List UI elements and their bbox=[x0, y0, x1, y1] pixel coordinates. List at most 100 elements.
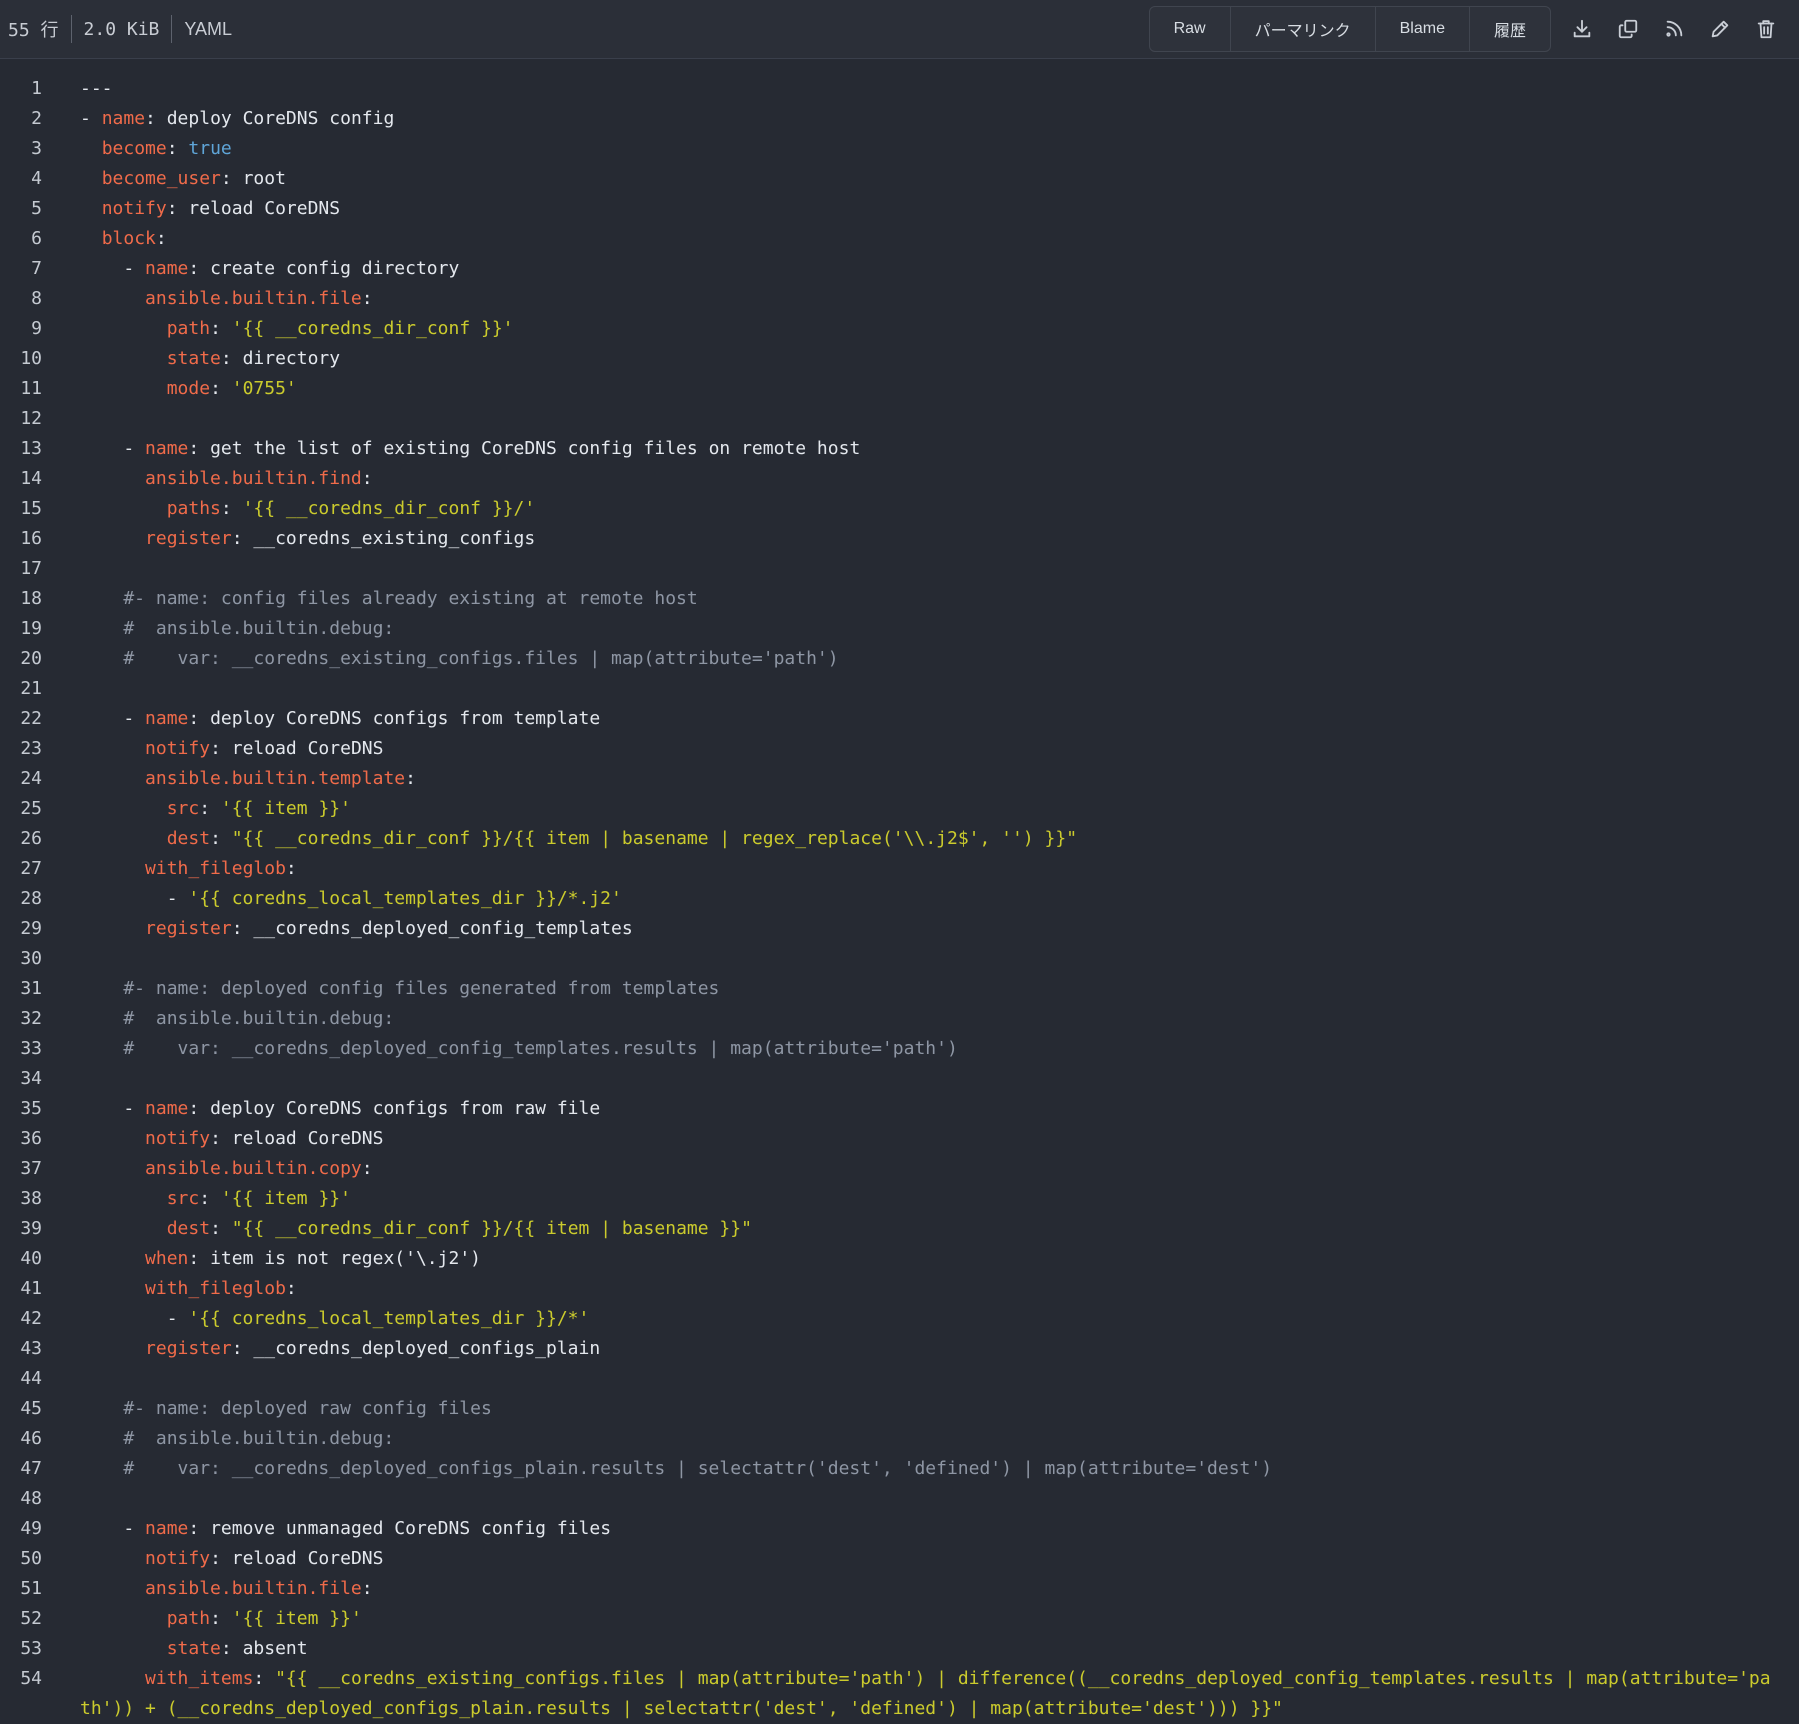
code-line: 25 src: '{{ item }}' bbox=[0, 794, 1799, 824]
yaml-text: : bbox=[199, 798, 221, 819]
line-number[interactable]: 3 bbox=[0, 134, 42, 164]
line-number[interactable]: 35 bbox=[0, 1094, 42, 1124]
line-content: # ansible.builtin.debug: bbox=[42, 1004, 1780, 1034]
line-number[interactable]: 1 bbox=[0, 74, 42, 104]
line-number[interactable]: 43 bbox=[0, 1334, 42, 1364]
line-number[interactable]: 5 bbox=[0, 194, 42, 224]
line-number[interactable]: 28 bbox=[0, 884, 42, 914]
line-number[interactable]: 8 bbox=[0, 284, 42, 314]
line-number[interactable]: 14 bbox=[0, 464, 42, 494]
yaml-text bbox=[80, 228, 102, 249]
code-view: 1 --- 2- name: deploy CoreDNS config 3 beco… bbox=[0, 59, 1799, 1724]
raw-button[interactable]: Raw bbox=[1150, 7, 1231, 51]
blame-button[interactable]: Blame bbox=[1376, 7, 1470, 51]
edit-icon[interactable] bbox=[1697, 7, 1743, 51]
line-number[interactable]: 52 bbox=[0, 1604, 42, 1634]
line-number[interactable]: 39 bbox=[0, 1214, 42, 1244]
line-number[interactable]: 46 bbox=[0, 1424, 42, 1454]
line-number[interactable]: 47 bbox=[0, 1454, 42, 1484]
line-number[interactable]: 15 bbox=[0, 494, 42, 524]
yaml-text: : bbox=[199, 1188, 221, 1209]
line-number[interactable]: 13 bbox=[0, 434, 42, 464]
code-line: 3 become: true bbox=[0, 134, 1799, 164]
line-number[interactable]: 7 bbox=[0, 254, 42, 284]
line-number[interactable]: 34 bbox=[0, 1064, 42, 1094]
code-line: 52 path: '{{ item }}' bbox=[0, 1604, 1799, 1634]
line-number[interactable]: 40 bbox=[0, 1244, 42, 1274]
line-number[interactable]: 6 bbox=[0, 224, 42, 254]
line-number[interactable]: 9 bbox=[0, 314, 42, 344]
line-number[interactable]: 50 bbox=[0, 1544, 42, 1574]
delete-icon[interactable] bbox=[1743, 7, 1789, 51]
line-content: # var: __coredns_deployed_config_templat… bbox=[42, 1034, 1780, 1064]
line-number[interactable]: 12 bbox=[0, 404, 42, 434]
yaml-string: "{{ __coredns_dir_conf }}/{{ item | base… bbox=[231, 828, 1078, 849]
yaml-key: ansible.builtin.template bbox=[145, 768, 406, 789]
yaml-text bbox=[80, 1668, 145, 1689]
yaml-text: : deploy CoreDNS configs from raw file bbox=[188, 1098, 601, 1119]
yaml-text bbox=[80, 1608, 167, 1629]
line-number[interactable]: 41 bbox=[0, 1274, 42, 1304]
line-number[interactable]: 16 bbox=[0, 524, 42, 554]
line-number[interactable]: 4 bbox=[0, 164, 42, 194]
line-number[interactable]: 25 bbox=[0, 794, 42, 824]
history-button[interactable]: 履歴 bbox=[1470, 7, 1550, 51]
line-content: - name: remove unmanaged CoreDNS config … bbox=[42, 1514, 1780, 1544]
line-number[interactable]: 21 bbox=[0, 674, 42, 704]
line-number[interactable]: 17 bbox=[0, 554, 42, 584]
line-number[interactable]: 18 bbox=[0, 584, 42, 614]
rss-icon[interactable] bbox=[1651, 7, 1697, 51]
line-number[interactable]: 24 bbox=[0, 764, 42, 794]
code-line: 48 bbox=[0, 1484, 1799, 1514]
code-line: 44 bbox=[0, 1364, 1799, 1394]
code-line: 37 ansible.builtin.copy: bbox=[0, 1154, 1799, 1184]
code-line: 42 - '{{ coredns_local_templates_dir }}/… bbox=[0, 1304, 1799, 1334]
yaml-key: dest bbox=[166, 828, 211, 849]
line-number[interactable]: 11 bbox=[0, 374, 42, 404]
permalink-button[interactable]: パーマリンク bbox=[1231, 7, 1376, 51]
yaml-text: : absent bbox=[220, 1638, 308, 1659]
yaml-text: : bbox=[405, 768, 416, 789]
line-number[interactable]: 19 bbox=[0, 614, 42, 644]
line-number[interactable]: 27 bbox=[0, 854, 42, 884]
yaml-text: : item is not regex('\.j2') bbox=[188, 1248, 481, 1269]
yaml-text: : reload CoreDNS bbox=[210, 1128, 384, 1149]
line-number[interactable]: 30 bbox=[0, 944, 42, 974]
line-content: with_fileglob: bbox=[42, 854, 1780, 884]
line-number[interactable]: 53 bbox=[0, 1634, 42, 1664]
line-content: src: '{{ item }}' bbox=[42, 1184, 1780, 1214]
line-number[interactable]: 54 bbox=[0, 1664, 42, 1724]
line-number[interactable]: 37 bbox=[0, 1154, 42, 1184]
line-number[interactable]: 10 bbox=[0, 344, 42, 374]
line-number[interactable]: 49 bbox=[0, 1514, 42, 1544]
download-icon[interactable] bbox=[1559, 7, 1605, 51]
yaml-key: src bbox=[166, 798, 200, 819]
yaml-text: : bbox=[210, 378, 232, 399]
line-number[interactable]: 31 bbox=[0, 974, 42, 1004]
line-number[interactable]: 23 bbox=[0, 734, 42, 764]
line-number[interactable]: 29 bbox=[0, 914, 42, 944]
line-number[interactable]: 2 bbox=[0, 104, 42, 134]
yaml-text bbox=[80, 798, 167, 819]
line-number[interactable]: 51 bbox=[0, 1574, 42, 1604]
line-number[interactable]: 33 bbox=[0, 1034, 42, 1064]
line-number[interactable]: 38 bbox=[0, 1184, 42, 1214]
line-number[interactable]: 20 bbox=[0, 644, 42, 674]
code-line: 9 path: '{{ __coredns_dir_conf }}' bbox=[0, 314, 1799, 344]
line-number[interactable]: 45 bbox=[0, 1394, 42, 1424]
line-number[interactable]: 22 bbox=[0, 704, 42, 734]
line-number[interactable]: 42 bbox=[0, 1304, 42, 1334]
line-number[interactable]: 36 bbox=[0, 1124, 42, 1154]
line-content: with_items: "{{ __coredns_existing_confi… bbox=[42, 1664, 1780, 1724]
line-number[interactable]: 32 bbox=[0, 1004, 42, 1034]
code-line: 2- name: deploy CoreDNS config bbox=[0, 104, 1799, 134]
yaml-comment: #- name: deployed config files generated… bbox=[80, 978, 720, 999]
line-number[interactable]: 44 bbox=[0, 1364, 42, 1394]
code-line: 13 - name: get the list of existing Core… bbox=[0, 434, 1799, 464]
copy-icon[interactable] bbox=[1605, 7, 1651, 51]
line-content: #- name: deployed raw config files bbox=[42, 1394, 1780, 1424]
line-number[interactable]: 26 bbox=[0, 824, 42, 854]
yaml-key: paths bbox=[166, 498, 221, 519]
line-number[interactable]: 48 bbox=[0, 1484, 42, 1514]
code-line: 50 notify: reload CoreDNS bbox=[0, 1544, 1799, 1574]
